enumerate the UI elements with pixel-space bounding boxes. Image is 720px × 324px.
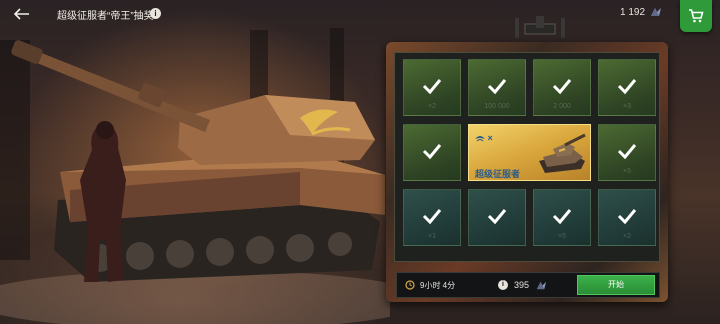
check-icon [422,208,442,224]
draw-cost: i 395 [469,280,577,291]
check-icon [552,78,572,94]
lottery-board: ×2 100 000 2 000 ×3 × 超级征服者 ×5 ×1 ×5 ×2 [386,42,668,302]
info-icon[interactable]: i [150,8,161,19]
countdown-timer: 9小时 4分 [397,280,469,291]
currency-display: 1 192 [620,6,663,18]
check-icon [422,78,442,94]
back-button[interactable] [10,4,34,24]
page-title: 超级征服者“帝王”抽奖 [57,11,154,22]
shop-button[interactable] [680,0,712,32]
check-icon [617,208,637,224]
start-button[interactable]: 开始 [577,275,655,295]
check-icon [422,143,442,159]
cart-icon [689,9,704,23]
tank-illustration [0,40,390,324]
cost-amount: 395 [513,280,530,290]
prize-cell[interactable] [468,189,526,246]
check-icon [552,208,572,224]
info-icon[interactable]: i [497,280,508,290]
check-icon [617,143,637,159]
check-icon [487,208,507,224]
tank-thumbnail-icon [539,133,586,173]
prize-cell[interactable]: ×3 [598,59,656,116]
prize-cell[interactable]: ×5 [533,189,591,246]
featured-prize-cell[interactable]: × 超级征服者 [468,124,591,181]
arrow-left-icon [14,8,29,20]
prize-cell[interactable]: ×2 [598,189,656,246]
prize-cell[interactable]: ×5 [598,124,656,181]
currency-amount: 1 192 [620,6,646,18]
tank-emblem-icon [475,135,485,141]
featured-prize-quantity: × [475,133,493,143]
prize-cell[interactable]: 100 000 [468,59,526,116]
action-bar: 9小时 4分 i 395 开始 [396,272,660,298]
clock-icon [405,280,415,290]
countdown-text: 9小时 4分 [420,280,456,290]
featured-prize-name: 超级征服者 [475,169,521,179]
top-bar: 超级征服者“帝王”抽奖 i 1 192 [0,0,720,32]
prize-grid: ×2 100 000 2 000 ×3 × 超级征服者 ×5 ×1 ×5 ×2 [394,52,660,262]
prize-cell[interactable]: ×2 [403,59,461,116]
prize-cell[interactable]: 2 000 [533,59,591,116]
gold-icon [651,8,662,16]
prize-cell[interactable]: ×1 [403,189,461,246]
check-icon [617,78,637,94]
check-icon [487,78,507,94]
board-hook-ornament [515,16,565,38]
prize-cell[interactable] [403,124,461,181]
gold-icon [536,281,547,289]
